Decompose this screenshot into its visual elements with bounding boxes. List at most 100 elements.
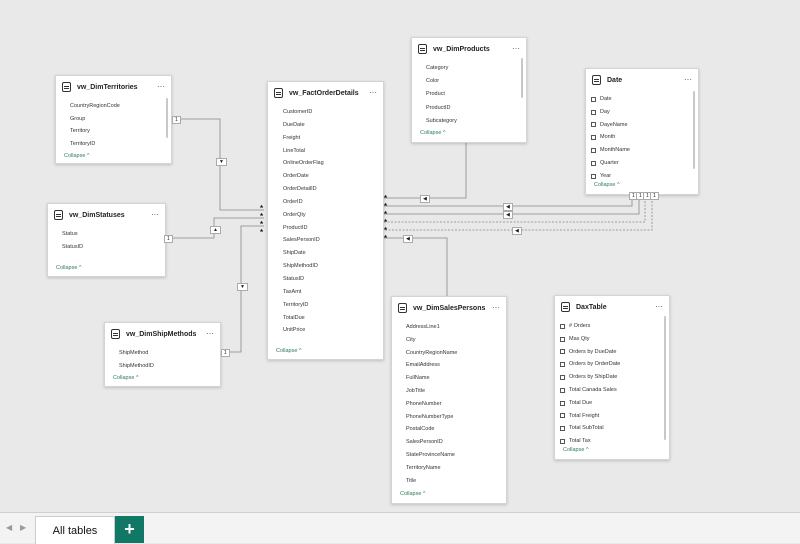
hierarchy-icon: [591, 135, 596, 141]
field-item[interactable]: Max Qty: [560, 333, 669, 346]
collapse-link[interactable]: Collapse ^: [563, 447, 589, 453]
field-item[interactable]: ProductID: [426, 102, 526, 115]
add-layout-button[interactable]: +: [115, 516, 144, 543]
table-card-fact-order-details[interactable]: vw_FactOrderDetails ··· CustomerID DueDa…: [267, 81, 384, 360]
field-item[interactable]: Total Due: [560, 397, 669, 410]
field-item[interactable]: StatusID: [62, 241, 165, 254]
field-item[interactable]: StatusID: [283, 273, 383, 286]
field-item[interactable]: Freight: [283, 132, 383, 145]
field-item[interactable]: PhoneNumber: [406, 398, 506, 411]
field-list: Date Day DayeName Month MonthName Quarte…: [586, 91, 698, 183]
field-item[interactable]: JobTitle: [406, 385, 506, 398]
field-item[interactable]: OnlineOrderFlag: [283, 157, 383, 170]
field-item[interactable]: ShipMethod: [119, 347, 220, 360]
field-item[interactable]: Month: [591, 131, 698, 144]
field-item[interactable]: TaxAmt: [283, 286, 383, 299]
field-item[interactable]: Subcategory: [426, 115, 526, 128]
field-item[interactable]: Total SubTotal: [560, 422, 669, 435]
scroll-right-icon[interactable]: ▶: [20, 523, 26, 532]
field-item[interactable]: DueDate: [283, 119, 383, 132]
field-item[interactable]: TerritoryName: [406, 462, 506, 475]
field-item[interactable]: EmailAddress: [406, 359, 506, 372]
field-item[interactable]: Territory: [70, 125, 171, 138]
field-item[interactable]: Color: [426, 75, 526, 88]
field-item[interactable]: CountryRegionName: [406, 347, 506, 360]
table-card-sales-persons[interactable]: vw_DimSalesPersons ··· AddressLine1 City…: [391, 296, 507, 504]
field-item[interactable]: FullName: [406, 372, 506, 385]
model-canvas[interactable]: vw_DimTerritories ··· CountryRegionCode …: [0, 0, 800, 512]
more-options-icon[interactable]: ···: [157, 83, 165, 91]
more-options-icon[interactable]: ···: [684, 76, 692, 84]
field-item[interactable]: PostalCode: [406, 423, 506, 436]
collapse-link[interactable]: Collapse ^: [420, 130, 446, 136]
scrollbar[interactable]: [166, 98, 168, 138]
field-item[interactable]: OrderID: [283, 196, 383, 209]
filter-direction-icon: ◀: [503, 211, 513, 219]
more-options-icon[interactable]: ···: [151, 211, 159, 219]
more-options-icon[interactable]: ···: [369, 89, 377, 97]
table-card-territories[interactable]: vw_DimTerritories ··· CountryRegionCode …: [55, 75, 172, 164]
field-item[interactable]: SalesPersonID: [406, 436, 506, 449]
more-options-icon[interactable]: ···: [512, 45, 520, 53]
field-item[interactable]: LineTotal: [283, 145, 383, 158]
field-item[interactable]: StateProvinceName: [406, 449, 506, 462]
field-item[interactable]: DayeName: [591, 119, 698, 132]
scrollbar[interactable]: [664, 316, 666, 440]
field-item[interactable]: TotalDue: [283, 312, 383, 325]
collapse-link[interactable]: Collapse ^: [276, 348, 302, 354]
field-item[interactable]: Day: [591, 106, 698, 119]
field-item[interactable]: MonthName: [591, 144, 698, 157]
collapse-link[interactable]: Collapse ^: [594, 182, 620, 188]
collapse-link[interactable]: Collapse ^: [400, 491, 426, 497]
field-item[interactable]: Category: [426, 62, 526, 75]
table-card-date[interactable]: Date ··· Date Day DayeName Month MonthNa…: [585, 68, 699, 195]
field-item[interactable]: Orders by DueDate: [560, 346, 669, 359]
field-item[interactable]: ProductID: [283, 222, 383, 235]
field-item[interactable]: TerritoryID: [283, 299, 383, 312]
field-item[interactable]: # Orders: [560, 320, 669, 333]
field-item[interactable]: Total Freight: [560, 410, 669, 423]
more-options-icon[interactable]: ···: [492, 304, 500, 312]
field-item[interactable]: ShipMethodID: [119, 360, 220, 373]
measure-icon: [560, 400, 565, 406]
field-item[interactable]: PhoneNumberType: [406, 411, 506, 424]
table-card-ship-methods[interactable]: vw_DimShipMethods ··· ShipMethod ShipMet…: [104, 322, 221, 387]
table-card-statuses[interactable]: vw_DimStatuses ··· Status StatusID Colla…: [47, 203, 166, 277]
table-card-products[interactable]: vw_DimProducts ··· Category Color Produc…: [411, 37, 527, 143]
field-item[interactable]: ShipMethodID: [283, 260, 383, 273]
collapse-link[interactable]: Collapse ^: [113, 375, 139, 381]
field-item[interactable]: Product: [426, 88, 526, 101]
more-options-icon[interactable]: ···: [206, 330, 214, 338]
field-item[interactable]: Year: [591, 170, 698, 183]
measure-icon: [560, 336, 565, 342]
field-item[interactable]: TerritoryID: [70, 138, 171, 151]
field-item[interactable]: Total Canada Sales: [560, 384, 669, 397]
collapse-link[interactable]: Collapse ^: [64, 153, 90, 159]
field-item[interactable]: Orders by OrderDate: [560, 358, 669, 371]
tab-all-tables[interactable]: All tables: [35, 516, 115, 544]
scroll-left-icon[interactable]: ◀: [6, 523, 12, 532]
field-item[interactable]: AddressLine1: [406, 321, 506, 334]
field-item[interactable]: Quarter: [591, 157, 698, 170]
field-item[interactable]: City: [406, 334, 506, 347]
field-item[interactable]: SalesPersonID: [283, 234, 383, 247]
field-item[interactable]: Date: [591, 93, 698, 106]
collapse-link[interactable]: Collapse ^: [56, 265, 82, 271]
field-item[interactable]: OrderDate: [283, 170, 383, 183]
field-item[interactable]: OrderQty: [283, 209, 383, 222]
field-item[interactable]: OrderDetailID: [283, 183, 383, 196]
field-item[interactable]: CountryRegionCode: [70, 100, 171, 113]
table-icon: [111, 329, 120, 339]
field-item[interactable]: Orders by ShipDate: [560, 371, 669, 384]
field-item[interactable]: CustomerID: [283, 106, 383, 119]
hierarchy-icon: [591, 173, 596, 179]
scrollbar[interactable]: [693, 91, 695, 169]
field-item[interactable]: UnitPrice: [283, 324, 383, 337]
field-item[interactable]: ShipDate: [283, 247, 383, 260]
table-card-dax-table[interactable]: DaxTable ··· # Orders Max Qty Orders by …: [554, 295, 670, 460]
scrollbar[interactable]: [521, 58, 523, 98]
field-item[interactable]: Group: [70, 113, 171, 126]
field-item[interactable]: Title: [406, 475, 506, 488]
more-options-icon[interactable]: ···: [655, 303, 663, 311]
field-item[interactable]: Status: [62, 228, 165, 241]
